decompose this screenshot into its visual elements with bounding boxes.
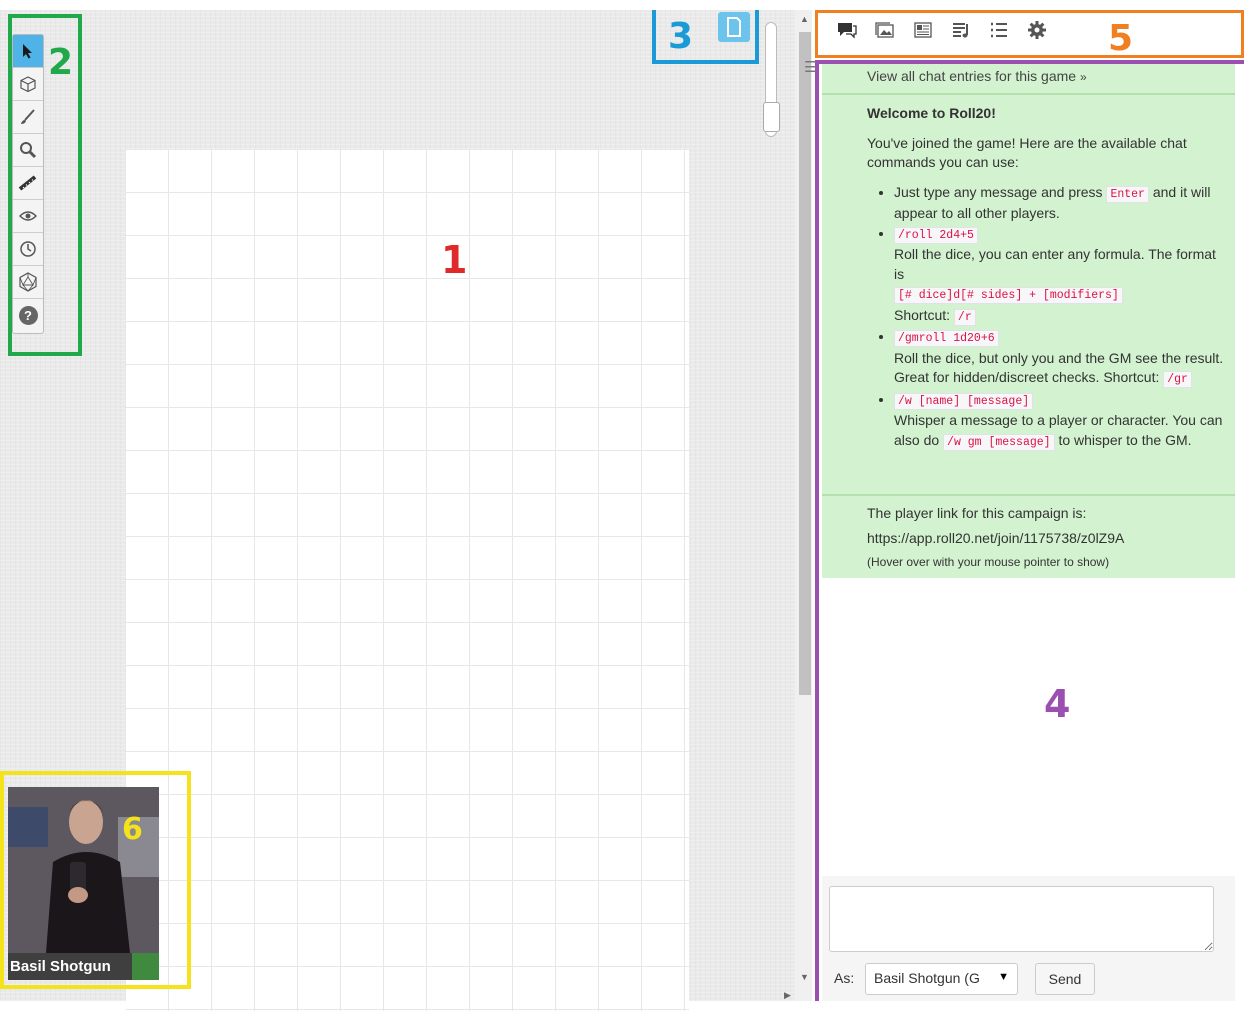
page-toolbar-toggle-button[interactable] <box>718 12 750 42</box>
fog-of-war-tool-icon[interactable] <box>13 200 43 233</box>
chevron-down-icon: ▼ <box>998 971 1009 983</box>
command-code: [# dice]d[# sides] + [modifiers] <box>894 287 1123 304</box>
scroll-right-arrow-icon[interactable]: ▶ <box>784 990 791 1001</box>
command-item: /roll 2d4+5 Roll the dice, you can enter… <box>894 224 1229 328</box>
welcome-intro: You've joined the game! Here are the ava… <box>867 134 1187 171</box>
command-code: /gr <box>1163 371 1192 388</box>
command-code: /roll 2d4+5 <box>894 226 978 244</box>
player-link-note: (Hover over with your mouse pointer to s… <box>867 555 1110 569</box>
speaking-as-label: As: <box>834 970 855 986</box>
annotation-page-toolbar-label: 3 <box>668 16 694 57</box>
player-link[interactable]: https://app.roll20.net/join/1175738/z0lZ… <box>867 529 1229 549</box>
chat-divider <box>822 494 1235 496</box>
chat-tab-icon[interactable] <box>828 16 866 44</box>
command-code: /r <box>953 308 976 326</box>
art-library-tab-icon[interactable] <box>866 16 904 44</box>
chat-input[interactable] <box>829 886 1214 952</box>
jukebox-tab-icon[interactable] <box>942 16 980 44</box>
command-code: Enter <box>1106 185 1149 203</box>
journal-tab-icon[interactable] <box>904 16 942 44</box>
layers-tool-icon[interactable] <box>13 68 43 101</box>
tool-toolbar: ? <box>12 34 44 334</box>
speaking-as-value: Basil Shotgun (G <box>874 970 980 986</box>
draw-tool-icon[interactable] <box>13 101 43 134</box>
canvas-scroll-thumb[interactable] <box>799 32 811 695</box>
measure-tool-icon[interactable] <box>13 167 43 200</box>
settings-tab-icon[interactable] <box>1018 16 1056 44</box>
chat-divider <box>822 93 1235 95</box>
player-link-message: The player link for this campaign is: ht… <box>867 504 1229 573</box>
welcome-title: Welcome to Roll20! <box>867 105 996 121</box>
command-item: /gmroll 1d20+6 Roll the dice, but only y… <box>894 327 1229 390</box>
view-all-label: View all chat entries for this game <box>867 68 1077 84</box>
player-name: Basil Shotgun <box>8 953 132 980</box>
command-text: Just type any message and press <box>894 183 1103 200</box>
page-icon <box>727 17 741 37</box>
annotation-canvas-label: 1 <box>441 238 468 282</box>
annotation-toolbar-label: 2 <box>48 42 74 83</box>
help-tool-icon[interactable]: ? <box>13 299 43 332</box>
dice-tool-icon[interactable] <box>13 266 43 299</box>
speaking-as-select[interactable]: Basil Shotgun (G ▼ <box>865 963 1018 995</box>
command-list: Just type any message and press Enter an… <box>867 183 1229 453</box>
sidebar-collapse-icon[interactable]: ☰ <box>804 58 817 76</box>
command-text: Roll the dice, you can enter any formula… <box>894 246 1216 282</box>
command-item: /w [name] [message] Whisper a message to… <box>894 390 1229 453</box>
player-color-swatch <box>132 953 159 980</box>
view-all-arrow: » <box>1079 70 1087 84</box>
scroll-up-arrow-icon[interactable]: ▲ <box>800 14 809 24</box>
zoom-tool-icon[interactable] <box>13 134 43 167</box>
command-item: Just type any message and press Enter an… <box>894 183 1229 224</box>
chat-log[interactable]: View all chat entries for this game » We… <box>822 64 1235 578</box>
collections-tab-icon[interactable] <box>980 16 1018 44</box>
map-page[interactable] <box>126 150 689 1011</box>
player-link-label: The player link for this campaign is: <box>867 505 1087 521</box>
scroll-down-arrow-icon[interactable]: ▼ <box>800 972 809 982</box>
command-code: /w gm [message] <box>943 433 1055 451</box>
annotation-chat-label: 4 <box>1044 682 1071 726</box>
player-name-bar: Basil Shotgun <box>8 953 159 980</box>
send-button[interactable]: Send <box>1035 963 1095 995</box>
command-text: Shortcut: <box>894 306 951 323</box>
sidebar-tabs <box>828 16 1056 44</box>
view-all-chat-link[interactable]: View all chat entries for this game » <box>867 68 1087 84</box>
help-glyph: ? <box>18 306 38 325</box>
annotation-player-label: 6 <box>122 812 143 847</box>
command-code: /w [name] [message] <box>894 392 1034 410</box>
welcome-message: Welcome to Roll20! You've joined the gam… <box>867 104 1229 452</box>
select-tool-icon[interactable] <box>13 35 43 68</box>
command-code: /gmroll 1d20+6 <box>894 330 999 347</box>
annotation-tabs-label: 5 <box>1108 18 1134 59</box>
turn-tracker-tool-icon[interactable] <box>13 233 43 266</box>
zoom-slider-handle[interactable] <box>763 102 780 132</box>
command-text: to whisper to the GM. <box>1058 431 1192 448</box>
